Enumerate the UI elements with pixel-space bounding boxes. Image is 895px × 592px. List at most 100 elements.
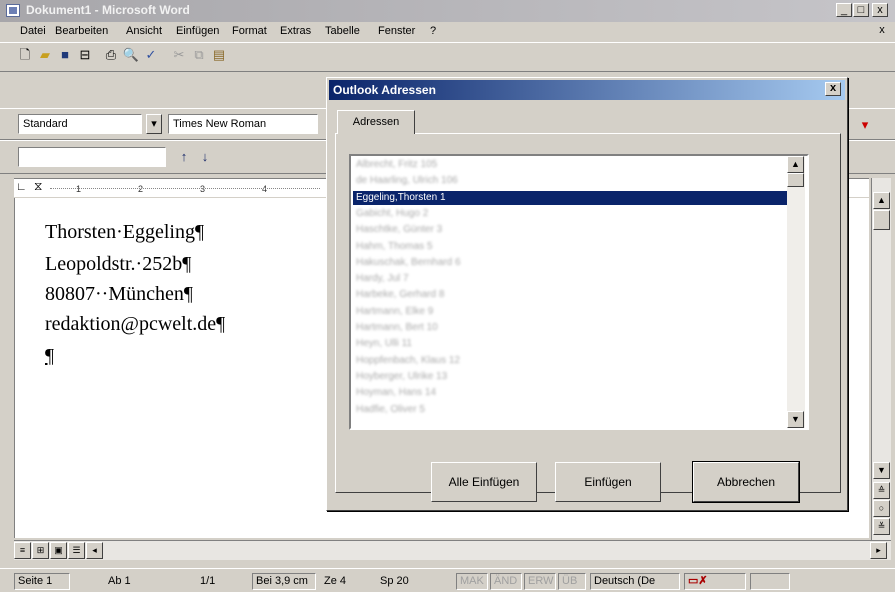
menu-extras[interactable]: Extras	[280, 25, 311, 37]
list-item[interactable]: Hadfie, Oliver 5	[353, 403, 787, 418]
indent-marker-icon[interactable]: ⧖	[34, 179, 42, 194]
scroll-down-icon[interactable]: ▼	[873, 462, 890, 479]
scroll-thumb[interactable]	[873, 210, 890, 230]
doc-line-cursor[interactable]: ¶	[45, 344, 54, 368]
window-titlebar[interactable]: Dokument1 - Microsoft Word _ □ x	[0, 0, 895, 22]
tab-adressen[interactable]: Adressen	[337, 110, 415, 134]
doc-line-email[interactable]: redaktion@pcwelt.de¶	[45, 312, 225, 336]
style-dropdown-icon[interactable]: ▾	[146, 114, 162, 134]
ruler-tick-2: 2	[138, 184, 144, 194]
list-item[interactable]: Hardy, Jul 7	[353, 272, 787, 287]
status-page: Seite 1	[14, 573, 70, 590]
cancel-button[interactable]: Abbrechen	[692, 461, 800, 503]
list-item[interactable]: Gabicht, Hugo 2	[353, 207, 787, 222]
document-close-button[interactable]: x	[874, 24, 890, 38]
font-combo[interactable]: Times New Roman	[168, 114, 318, 134]
print-preview-icon[interactable]: 🔍	[122, 47, 140, 63]
maximize-button[interactable]: □	[853, 3, 869, 17]
doc-line-street[interactable]: Leopoldstr.·252b¶	[45, 252, 191, 276]
paste-icon[interactable]: ▤	[210, 47, 228, 63]
list-item[interactable]: Hartmann, Elke 9	[353, 305, 787, 320]
menu-bearbeiten[interactable]: Bearbeiten	[55, 25, 108, 37]
status-macro-record[interactable]: MAK	[456, 573, 488, 590]
font-color-icon[interactable]: ▾	[856, 117, 874, 133]
print-icon[interactable]: ⎙	[102, 47, 120, 63]
minimize-button[interactable]: _	[836, 3, 852, 17]
menu-bar: Datei Bearbeiten Ansicht Einfügen Format…	[0, 22, 895, 42]
open-folder-icon[interactable]: ▰	[36, 47, 54, 63]
list-item[interactable]: Hoyman, Hans 14	[353, 386, 787, 401]
list-item[interactable]: Heyn, Ulli 11	[353, 337, 787, 352]
mail-icon[interactable]: ⊟	[76, 47, 94, 63]
promote-arrow-up-icon[interactable]: ↑	[175, 149, 193, 165]
outline-input[interactable]	[18, 147, 166, 167]
print-view-icon[interactable]: ▣	[50, 542, 67, 559]
normal-view-icon[interactable]: ≡	[14, 542, 31, 559]
list-item[interactable]: Albrecht, Fritz 105	[353, 158, 787, 173]
cut-icon[interactable]: ✂	[170, 47, 188, 63]
horizontal-scrollbar[interactable]: ≡ ⊞ ▣ ☰ ◂ ▸	[14, 540, 891, 560]
window-title: Dokument1 - Microsoft Word	[26, 3, 190, 17]
status-column: Sp 20	[380, 575, 409, 587]
status-track-changes[interactable]: ÄND	[490, 573, 522, 590]
list-scrollbar[interactable]: ▲ ▼	[787, 156, 805, 428]
doc-line-name[interactable]: Thorsten·Eggeling¶	[45, 220, 204, 244]
list-item[interactable]: Harbeke, Gerhard 8	[353, 288, 787, 303]
doc-line-city[interactable]: 80807··München¶	[45, 282, 193, 306]
insert-all-button[interactable]: Alle Einfügen	[431, 462, 537, 502]
next-page-icon[interactable]: ≚	[873, 518, 890, 535]
status-pages: 1/1	[200, 575, 216, 587]
outline-view-icon[interactable]: ☰	[68, 542, 85, 559]
scroll-up-icon[interactable]: ▲	[873, 192, 890, 209]
scroll-left-icon[interactable]: ◂	[86, 542, 103, 559]
status-overtype[interactable]: ÜB	[558, 573, 586, 590]
browse-object-icon[interactable]: ○	[873, 500, 890, 517]
word-app-icon[interactable]	[6, 4, 20, 17]
dialog-title[interactable]: Outlook Adressen	[329, 80, 845, 100]
scroll-right-icon[interactable]: ▸	[870, 542, 887, 559]
insert-button[interactable]: Einfügen	[555, 462, 661, 502]
list-item[interactable]: Hartmann, Bert 10	[353, 321, 787, 336]
ruler-tick-1: 1	[76, 184, 82, 194]
status-extend[interactable]: ERW	[524, 573, 556, 590]
list-item[interactable]: Hoyberger, Ulrike 13	[353, 370, 787, 385]
spellcheck-icon[interactable]: ✓	[142, 47, 160, 63]
list-item-selected[interactable]: Eggeling,Thorsten 1	[353, 190, 787, 206]
status-line: Ze 4	[324, 575, 347, 587]
list-scroll-down-icon[interactable]: ▼	[787, 411, 804, 428]
list-item[interactable]: Hoppfenbach, Klaus 12	[353, 354, 787, 369]
new-document-icon[interactable]: 🗋	[16, 47, 34, 63]
ruler-tick-4: 4	[262, 184, 268, 194]
menu-tabelle[interactable]: Tabelle	[325, 25, 360, 37]
status-section: Ab 1	[108, 575, 131, 587]
ruler-marks	[50, 188, 320, 189]
outlook-addresses-dialog: Outlook Adressen x Adressen Albrecht, Fr…	[326, 77, 848, 511]
list-item[interactable]: Hahm, Thomas 5	[353, 240, 787, 255]
list-item[interactable]: Hakuschak, Bernhard 6	[353, 256, 787, 271]
menu-datei[interactable]: Datei	[20, 25, 46, 37]
vertical-scrollbar[interactable]: ▲ ▼ ≙ ○ ≚	[871, 178, 891, 540]
web-view-icon[interactable]: ⊞	[32, 542, 49, 559]
copy-icon[interactable]: ⧉	[190, 47, 208, 63]
dialog-close-button[interactable]: x	[825, 82, 841, 96]
status-bar: Seite 1 Ab 1 1/1 Bei 3,9 cm Ze 4 Sp 20 M…	[0, 568, 895, 592]
prev-page-icon[interactable]: ≙	[873, 482, 890, 499]
tab-stop-icon[interactable]: ∟	[16, 181, 27, 193]
list-scroll-up-icon[interactable]: ▲	[787, 156, 804, 173]
menu-format[interactable]: Format	[232, 25, 267, 37]
demote-arrow-down-icon[interactable]: ↓	[196, 149, 214, 165]
style-combo[interactable]: Standard	[18, 114, 142, 134]
menu-einfuegen[interactable]: Einfügen	[176, 25, 219, 37]
menu-ansicht[interactable]: Ansicht	[126, 25, 162, 37]
menu-fenster[interactable]: Fenster	[378, 25, 415, 37]
list-scroll-thumb[interactable]	[787, 173, 804, 187]
spelling-status-icon[interactable]: ▭✗	[684, 573, 746, 590]
address-listbox[interactable]: Albrecht, Fritz 105 de Haarling, Ulrich 1…	[349, 154, 809, 430]
save-icon[interactable]: ■	[56, 47, 74, 63]
close-button[interactable]: x	[872, 3, 888, 17]
list-item[interactable]: Haschtke, Günter 3	[353, 223, 787, 238]
menu-help[interactable]: ?	[430, 25, 436, 37]
list-item[interactable]: de Haarling, Ulrich 106	[353, 174, 787, 189]
status-language[interactable]: Deutsch (De	[590, 573, 680, 590]
standard-toolbar: 🗋 ▰ ■ ⊟ ⎙ 🔍 ✓ ✂ ⧉ ▤	[0, 42, 895, 72]
